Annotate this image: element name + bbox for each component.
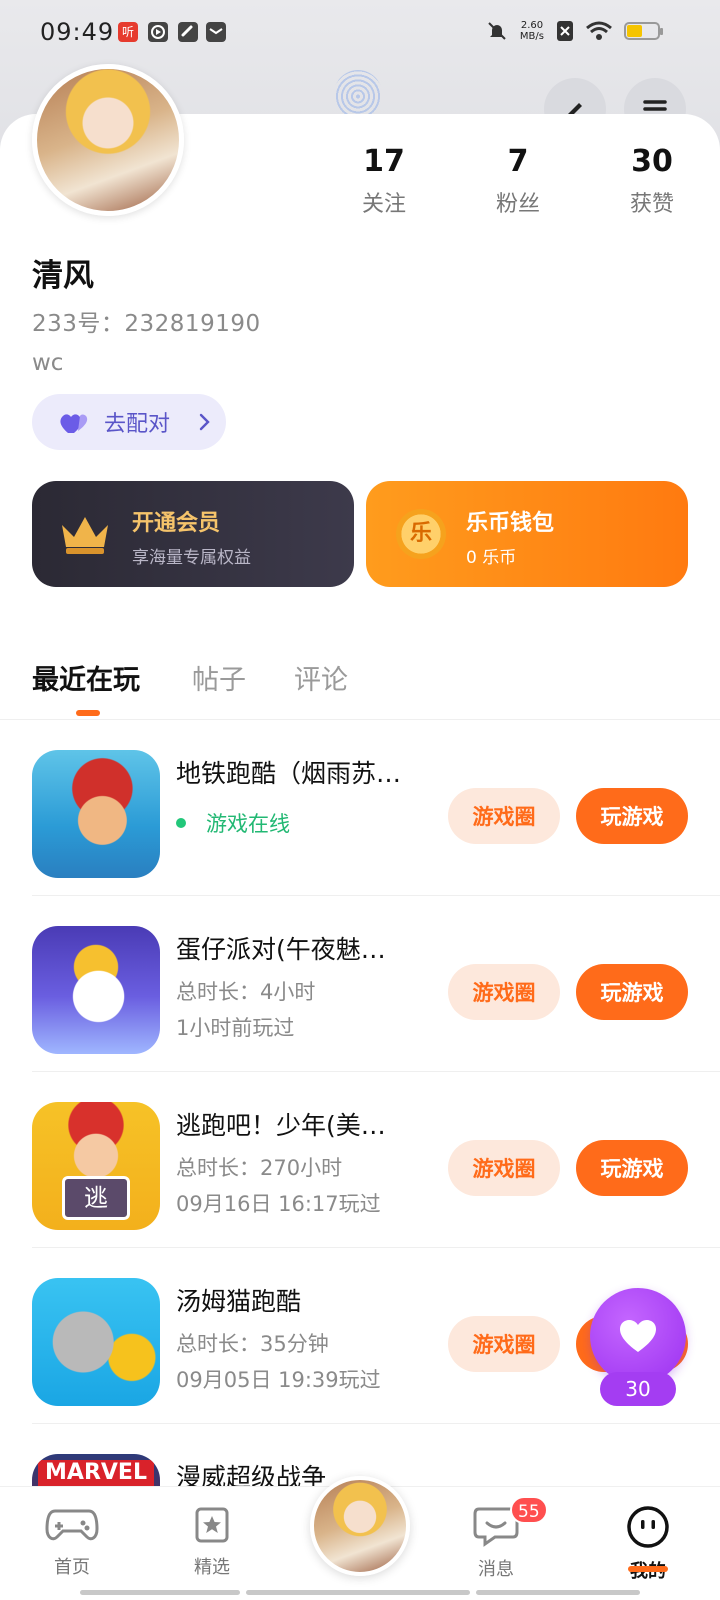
nav-active-underline: [628, 1566, 668, 1572]
nav-featured-label: 精选: [194, 1557, 230, 1578]
escape-boy-icon: 逃: [32, 1102, 160, 1230]
match-button-label: 去配对: [104, 412, 171, 437]
user-id: 233号：232819190: [32, 311, 261, 337]
double-heart-icon: [60, 414, 88, 433]
tab-recent-play[interactable]: 最近在玩: [32, 658, 140, 697]
game-title: 汤姆猫跑酷: [176, 1287, 302, 1316]
game-online-status: 游戏在线: [176, 808, 290, 838]
gesture-bar-right: [476, 1590, 640, 1595]
list-item-game-2[interactable]: 蛋仔派对(午夜魅… 总时长：4小时 1小时前玩过 游戏圈 玩游戏: [0, 896, 720, 1072]
floating-like-count: 30: [600, 1372, 676, 1406]
game-playtime: 总时长：35分钟: [176, 1332, 329, 1356]
play-app-icon: [148, 22, 168, 42]
nav-messages-label: 消息: [478, 1559, 514, 1580]
profile-tabs: 最近在玩 帖子 评论: [0, 640, 720, 720]
battery-level: [627, 25, 642, 37]
nav-featured[interactable]: 精选: [162, 1505, 262, 1579]
status-right-cluster: 2.60 MB/s: [486, 20, 663, 42]
user-bio: wc: [32, 350, 64, 376]
game-title: 地铁跑酷（烟雨苏…: [176, 759, 402, 788]
gesture-bar-left: [80, 1590, 240, 1595]
network-speed-value: 2.60: [520, 20, 544, 31]
stat-fans-value: 7: [507, 144, 529, 179]
game-circle-button[interactable]: 游戏圈: [448, 1316, 560, 1372]
stat-following[interactable]: 17 关注: [334, 144, 434, 218]
eggy-party-icon: [32, 926, 160, 1054]
fingerprint-decoration: [334, 70, 382, 118]
game-playtime: 总时长：4小时: [176, 980, 316, 1004]
network-speed-unit: MB/s: [519, 31, 544, 42]
list-item-game-1[interactable]: 地铁跑酷（烟雨苏… 游戏在线 游戏圈 玩游戏: [0, 720, 720, 896]
stat-following-label: 关注: [361, 192, 406, 217]
game-last-played: 1小时前玩过: [176, 1016, 295, 1040]
tab-comments[interactable]: 评论: [294, 658, 348, 697]
username: 清风: [32, 258, 94, 294]
game-last-played: 09月16日 16:17玩过: [176, 1192, 381, 1216]
game-circle-button[interactable]: 游戏圈: [448, 788, 560, 844]
link-app-icon: [178, 22, 198, 42]
star-bookmark-icon: [195, 1507, 229, 1543]
mail-app-icon: [206, 22, 226, 42]
marvel-logo: MARVEL: [38, 1460, 154, 1486]
vip-subtitle: 享海量专属权益: [132, 548, 251, 568]
vip-membership-card[interactable]: 开通会员 享海量专属权益: [32, 481, 354, 587]
wallet-card[interactable]: 乐 乐币钱包 0 乐币: [366, 481, 688, 587]
coin-icon: 乐: [396, 509, 446, 559]
message-badge: 55: [510, 1496, 548, 1524]
gesture-bar-center: [246, 1590, 470, 1595]
game-status-text: 游戏在线: [206, 812, 290, 836]
online-dot-icon: [176, 818, 186, 828]
profile-stats: 17 关注 7 粉丝 30 获赞: [320, 144, 720, 224]
nav-home[interactable]: 首页: [22, 1505, 122, 1579]
stat-likes-label: 获赞: [629, 192, 674, 217]
sim-off-icon: [557, 21, 573, 41]
talking-tom-icon: [32, 1278, 160, 1406]
battery-icon: [624, 22, 663, 40]
stat-fans[interactable]: 7 粉丝: [468, 144, 568, 218]
news-app-icon: 听: [118, 22, 138, 42]
crown-icon: [62, 517, 108, 554]
avatar[interactable]: [32, 64, 184, 216]
stat-likes[interactable]: 30 获赞: [602, 144, 702, 218]
play-game-button[interactable]: 玩游戏: [576, 964, 688, 1020]
game-title: 逃跑吧！少年(美…: [176, 1111, 386, 1140]
wallet-balance: 0 乐币: [466, 548, 517, 568]
marvel-game-icon: MARVEL: [32, 1454, 160, 1486]
vip-title: 开通会员: [132, 511, 221, 536]
play-game-button[interactable]: 玩游戏: [576, 1140, 688, 1196]
game-circle-button[interactable]: 游戏圈: [448, 964, 560, 1020]
stat-fans-label: 粉丝: [495, 192, 540, 217]
smiley-face-icon: [627, 1506, 669, 1548]
escape-sign: 逃: [62, 1176, 130, 1220]
subway-surfers-icon: [32, 750, 160, 878]
list-item-game-3[interactable]: 逃 逃跑吧！少年(美… 总时长：270小时 09月16日 16:17玩过 游戏圈…: [0, 1072, 720, 1248]
chevron-right-icon: [199, 413, 210, 431]
match-button[interactable]: 去配对: [32, 394, 226, 450]
status-bar: 09:49 听 2.60 MB/s: [0, 0, 720, 66]
network-speed: 2.60 MB/s: [520, 20, 544, 42]
game-last-played: 09月05日 19:39玩过: [176, 1368, 381, 1392]
wifi-icon: [586, 21, 612, 40]
stat-following-value: 17: [363, 144, 405, 179]
gamepad-icon: [45, 1509, 99, 1541]
wallet-title: 乐币钱包: [466, 511, 555, 536]
game-circle-button[interactable]: 游戏圈: [448, 1140, 560, 1196]
floating-like-button[interactable]: [590, 1288, 686, 1384]
stat-likes-value: 30: [631, 144, 673, 179]
mute-icon: [488, 22, 506, 40]
nav-home-label: 首页: [54, 1557, 90, 1578]
status-time: 09:49: [40, 18, 115, 46]
game-title: 蛋仔派对(午夜魅…: [176, 935, 386, 964]
tab-active-indicator: [76, 710, 100, 716]
heart-icon: [620, 1320, 656, 1352]
tab-posts[interactable]: 帖子: [192, 658, 246, 697]
center-avatar-button[interactable]: [310, 1476, 410, 1576]
game-title: 漫威超级战争: [176, 1463, 327, 1486]
play-game-button[interactable]: 玩游戏: [576, 788, 688, 844]
game-playtime: 总时长：270小时: [176, 1156, 343, 1180]
